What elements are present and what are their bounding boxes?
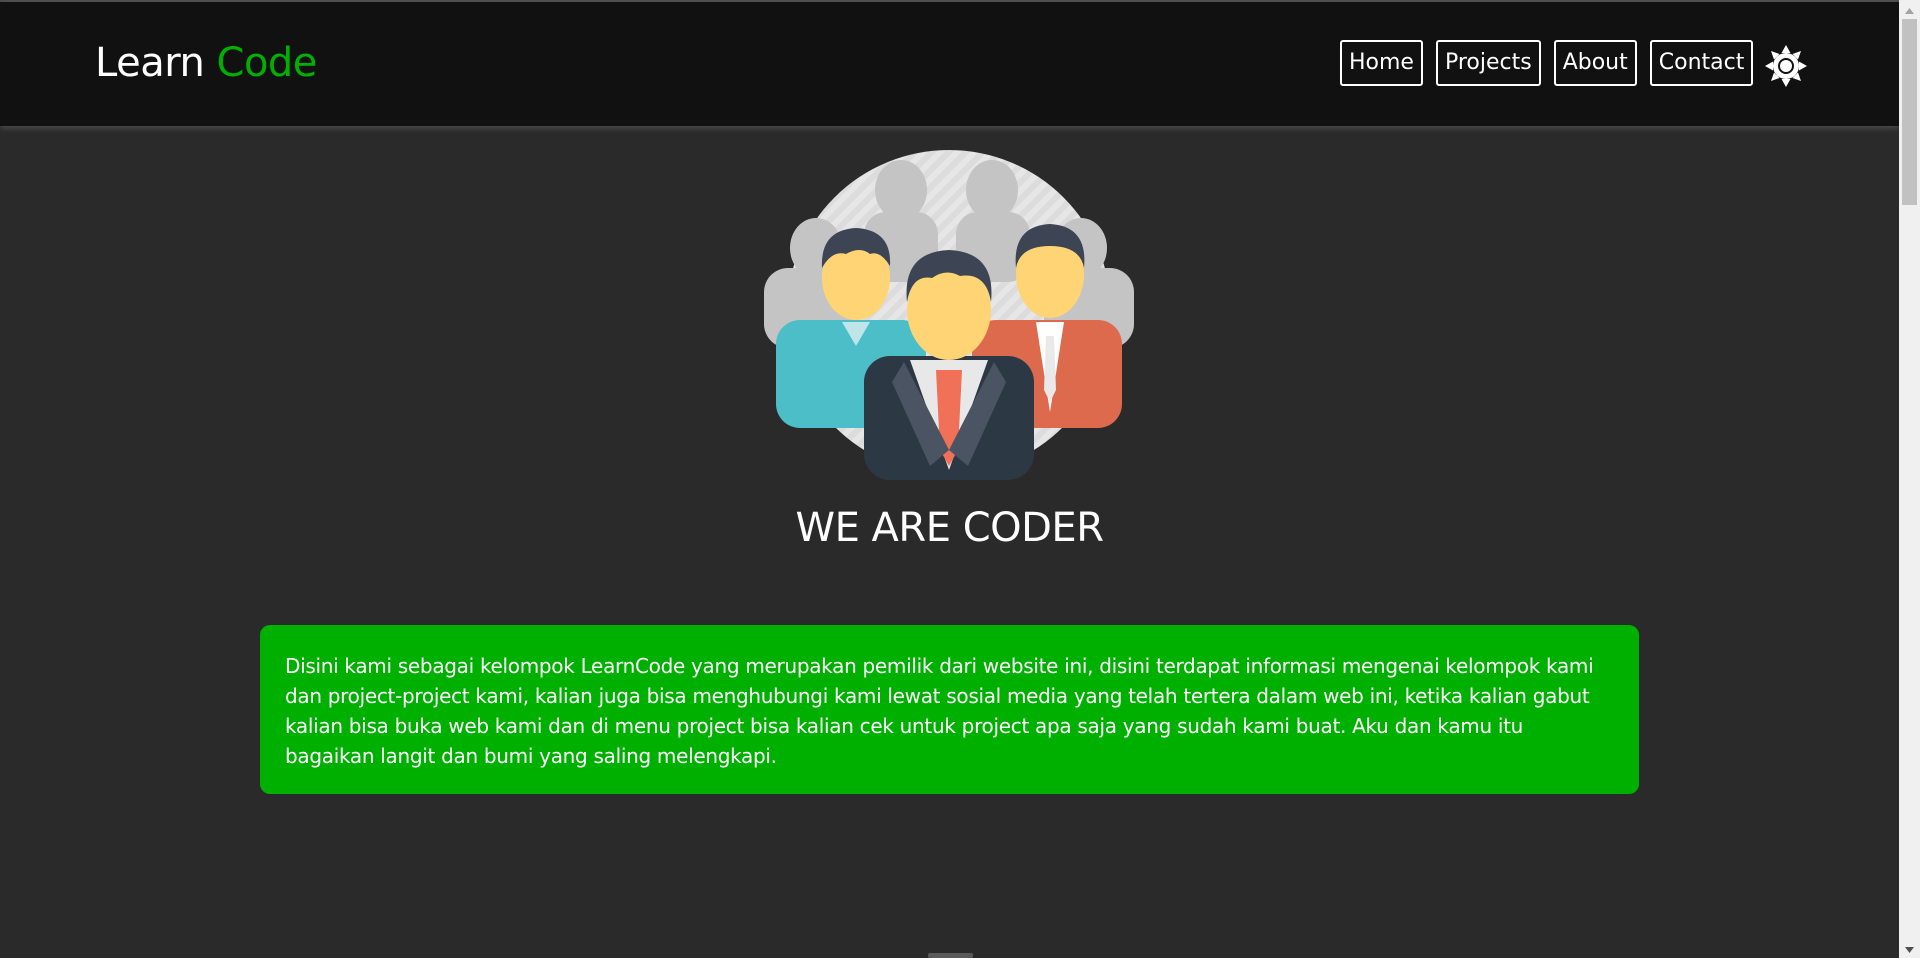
brand-logo[interactable]: Learn Code: [95, 40, 317, 86]
about-description-card: Disini kami sebagai kelompok LearnCode y…: [260, 625, 1639, 794]
about-description-text: Disini kami sebagai kelompok LearnCode y…: [285, 654, 1594, 768]
sun-icon: [1765, 45, 1807, 87]
page-title: WE ARE CODER: [795, 505, 1104, 551]
team-illustration: [760, 150, 1138, 480]
scroll-up-arrow-icon[interactable]: [1899, 2, 1920, 19]
theme-toggle-button[interactable]: [1764, 44, 1808, 88]
scrollbar-thumb[interactable]: [1902, 19, 1917, 205]
bottom-scroll-handle: [928, 953, 973, 958]
nav-menu: Home Projects About Contact: [1340, 40, 1754, 86]
navbar: Learn Code Home Projects About Contact: [0, 2, 1899, 126]
brand-first-word: Learn: [95, 40, 205, 86]
nav-contact-button[interactable]: Contact: [1649, 40, 1754, 86]
brand-second-word: Code: [216, 40, 318, 86]
nav-projects-button[interactable]: Projects: [1435, 40, 1541, 86]
scroll-down-arrow-icon[interactable]: [1899, 941, 1920, 958]
nav-home-button[interactable]: Home: [1340, 40, 1423, 86]
nav-about-button[interactable]: About: [1553, 40, 1637, 86]
vertical-scrollbar[interactable]: [1899, 0, 1920, 958]
